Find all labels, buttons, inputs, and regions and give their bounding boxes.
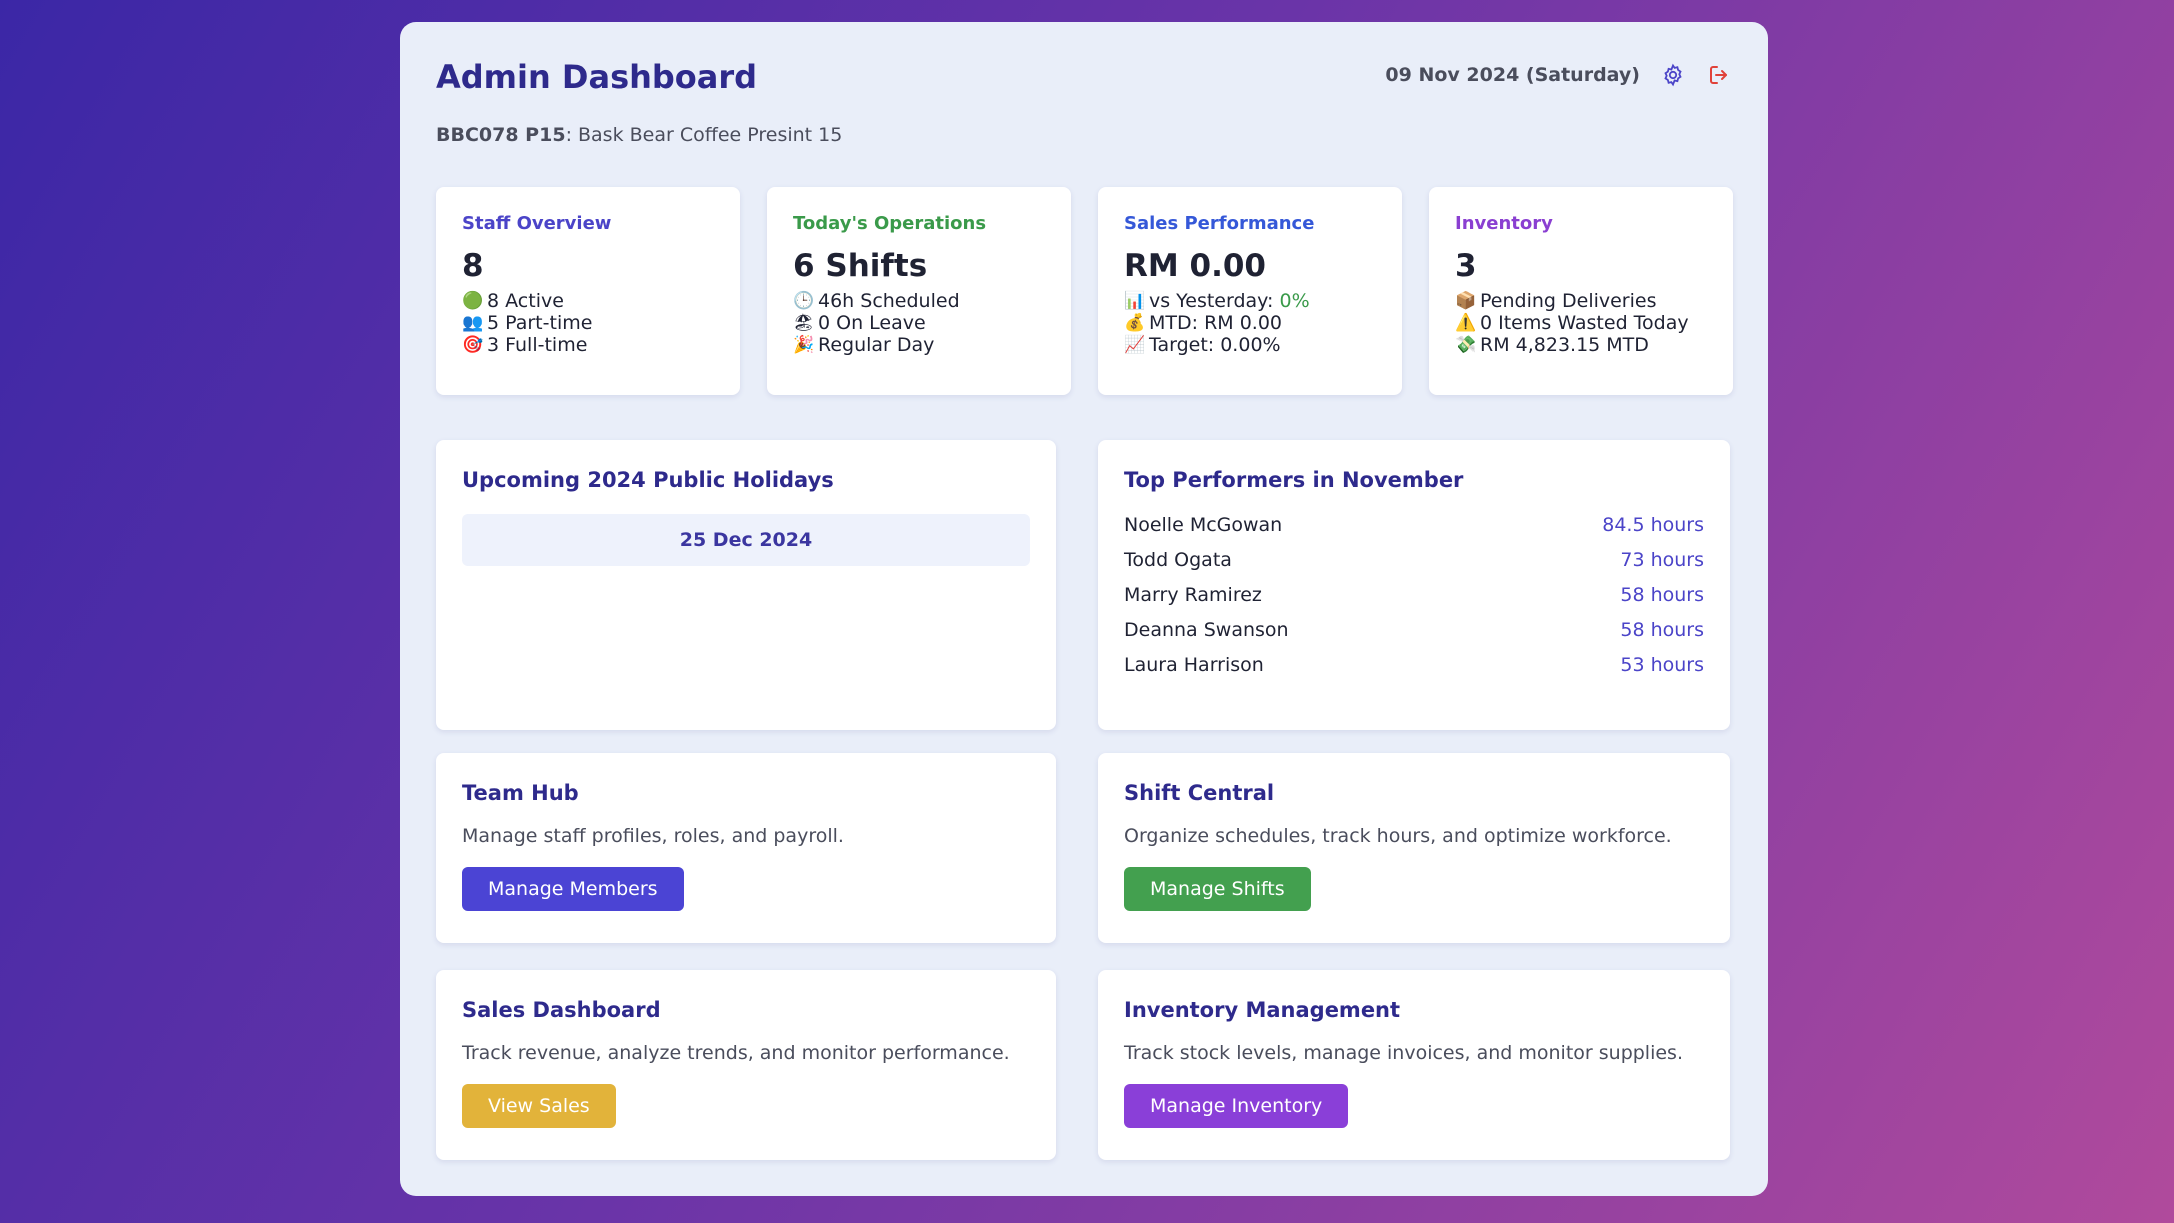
stat-line-text: 46h Scheduled [818, 290, 960, 312]
money-wings-icon: 💸 [1455, 335, 1477, 355]
manage-members-button[interactable]: Manage Members [462, 867, 684, 911]
party-icon: 🎉 [793, 335, 815, 355]
people-icon: 👥 [462, 313, 484, 333]
performer-name: Todd Ogata [1124, 549, 1232, 571]
dashboard-panel: Admin Dashboard 09 Nov 2024 (Saturday) B… [400, 22, 1768, 1196]
stat-line: 🎉 Regular Day [793, 334, 1045, 356]
stat-label: Sales Performance [1124, 213, 1315, 234]
stat-line: 📦 Pending Deliveries [1455, 290, 1707, 312]
section-title: Sales Dashboard [462, 998, 661, 1022]
stat-line: 🎯 3 Full-time [462, 334, 714, 356]
performer-name: Deanna Swanson [1124, 619, 1289, 641]
bar-chart-icon: 📊 [1124, 291, 1146, 311]
performer-name: Laura Harrison [1124, 654, 1264, 676]
stat-line-text: vs Yesterday: [1149, 290, 1274, 312]
performer-name: Marry Ramirez [1124, 584, 1262, 606]
holiday-item: 25 Dec 2024 [462, 514, 1030, 566]
package-icon: 📦 [1455, 291, 1477, 311]
stat-line: 🟢 8 Active [462, 290, 714, 312]
view-sales-button[interactable]: View Sales [462, 1084, 616, 1128]
logout-icon[interactable] [1706, 62, 1732, 88]
target-icon: 🎯 [462, 335, 484, 355]
stat-value: RM 0.00 [1124, 248, 1266, 284]
section-description: Track stock levels, manage invoices, and… [1124, 1042, 1683, 1064]
manage-shifts-button[interactable]: Manage Shifts [1124, 867, 1311, 911]
performer-hours: 84.5 hours [1602, 514, 1704, 536]
public-holidays-card: Upcoming 2024 Public Holidays 25 Dec 202… [436, 440, 1056, 730]
list-item: Deanna Swanson 58 hours [1124, 619, 1704, 654]
inventory-management-card: Inventory Management Track stock levels,… [1098, 970, 1730, 1160]
performer-hours: 73 hours [1620, 549, 1704, 571]
warning-icon: ⚠️ [1455, 313, 1477, 333]
branch-info: BBC078 P15: Bask Bear Coffee Presint 15 [436, 124, 842, 146]
list-item: Laura Harrison 53 hours [1124, 654, 1704, 689]
list-item: Todd Ogata 73 hours [1124, 549, 1704, 584]
stat-label: Inventory [1455, 213, 1553, 234]
performers-list: Noelle McGowan 84.5 hours Todd Ogata 73 ho… [1124, 514, 1704, 689]
header: Admin Dashboard 09 Nov 2024 (Saturday) [436, 58, 1732, 102]
section-description: Organize schedules, track hours, and opt… [1124, 825, 1672, 847]
section-title: Shift Central [1124, 781, 1275, 805]
section-title: Upcoming 2024 Public Holidays [462, 468, 834, 492]
sales-dashboard-card: Sales Dashboard Track revenue, analyze t… [436, 970, 1056, 1160]
gear-icon[interactable] [1660, 62, 1686, 88]
stat-line-text: 5 Part-time [487, 312, 593, 334]
performer-hours: 58 hours [1620, 584, 1704, 606]
growth-percent: 0% [1279, 290, 1310, 312]
header-actions: 09 Nov 2024 (Saturday) [1385, 62, 1732, 88]
sales-performance-card: Sales Performance RM 0.00 📊 vs Yesterday:… [1098, 187, 1402, 395]
shift-central-card: Shift Central Organize schedules, track … [1098, 753, 1730, 943]
money-bag-icon: 💰 [1124, 313, 1146, 333]
stat-line-text: Regular Day [818, 334, 935, 356]
staff-overview-card: Staff Overview 8 🟢 8 Active 👥 5 Part-time … [436, 187, 740, 395]
performer-hours: 53 hours [1620, 654, 1704, 676]
stat-line-text: Target: 0.00% [1149, 334, 1281, 356]
stat-line: 💰 MTD: RM 0.00 [1124, 312, 1376, 334]
section-description: Track revenue, analyze trends, and monit… [462, 1042, 1010, 1064]
section-description: Manage staff profiles, roles, and payrol… [462, 825, 844, 847]
list-item: Marry Ramirez 58 hours [1124, 584, 1704, 619]
stat-line-text: 0 On Leave [818, 312, 926, 334]
stat-value: 8 [462, 248, 484, 284]
inventory-card: Inventory 3 📦 Pending Deliveries ⚠️ 0 Item… [1429, 187, 1733, 395]
stat-line-text: MTD: RM 0.00 [1149, 312, 1283, 334]
stat-line-text: 0 Items Wasted Today [1480, 312, 1689, 334]
stat-value: 3 [1455, 248, 1477, 284]
stat-line-text: 8 Active [487, 290, 564, 312]
stat-line-text: 3 Full-time [487, 334, 588, 356]
branch-code: BBC078 P15 [436, 124, 566, 146]
performer-name: Noelle McGowan [1124, 514, 1283, 536]
stat-line: 💸 RM 4,823.15 MTD [1455, 334, 1707, 356]
clock-icon: 🕒 [793, 291, 815, 311]
top-performers-card: Top Performers in November Noelle McGowa… [1098, 440, 1730, 730]
stat-line-text: Pending Deliveries [1480, 290, 1657, 312]
list-item: Noelle McGowan 84.5 hours [1124, 514, 1704, 549]
stat-line: ⚠️ 0 Items Wasted Today [1455, 312, 1707, 334]
page-title: Admin Dashboard [436, 58, 758, 96]
stat-line-text: RM 4,823.15 MTD [1480, 334, 1649, 356]
trend-up-icon: 📈 [1124, 335, 1146, 355]
stat-value: 6 Shifts [793, 248, 928, 284]
current-date: 09 Nov 2024 (Saturday) [1385, 64, 1640, 86]
stat-line: 🏖 0 On Leave [793, 312, 1045, 334]
green-circle-icon: 🟢 [462, 291, 484, 311]
stat-label: Staff Overview [462, 213, 612, 234]
beach-icon: 🏖 [793, 313, 815, 333]
performer-hours: 58 hours [1620, 619, 1704, 641]
todays-operations-card: Today's Operations 6 Shifts 🕒 46h Schedul… [767, 187, 1071, 395]
stat-label: Today's Operations [793, 213, 987, 234]
stat-line: 👥 5 Part-time [462, 312, 714, 334]
manage-inventory-button[interactable]: Manage Inventory [1124, 1084, 1349, 1128]
branch-name: : Bask Bear Coffee Presint 15 [565, 124, 843, 146]
stat-line: 🕒 46h Scheduled [793, 290, 1045, 312]
team-hub-card: Team Hub Manage staff profiles, roles, a… [436, 753, 1056, 943]
section-title: Top Performers in November [1124, 468, 1464, 492]
section-title: Team Hub [462, 781, 579, 805]
stat-line: 📊 vs Yesterday: 0% [1124, 290, 1376, 312]
stat-line: 📈 Target: 0.00% [1124, 334, 1376, 356]
section-title: Inventory Management [1124, 998, 1401, 1022]
